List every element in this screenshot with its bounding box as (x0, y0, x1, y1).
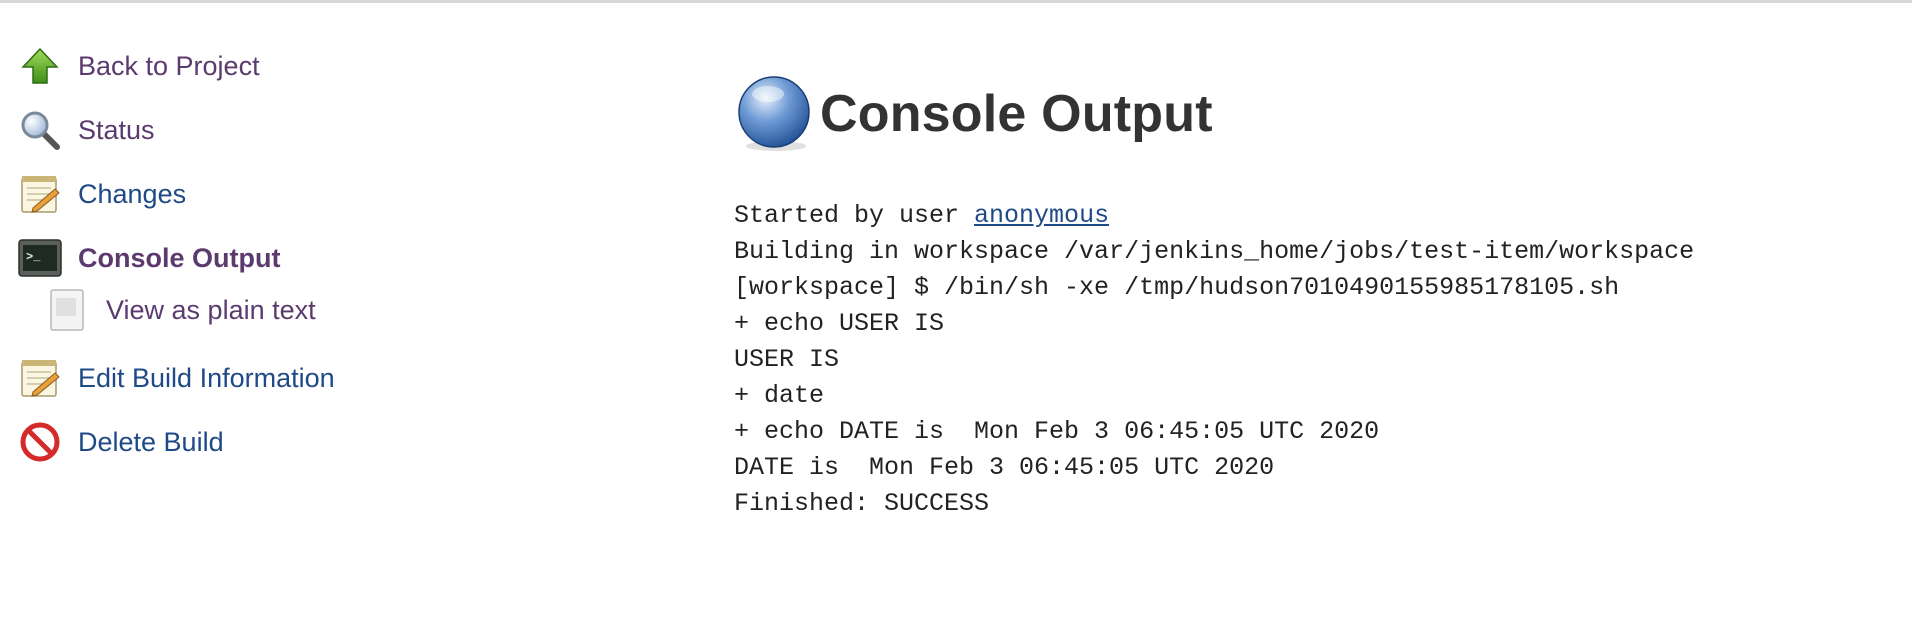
console-line: USER IS (734, 345, 840, 374)
page-title: Console Output (820, 85, 1213, 143)
console-line: + date (734, 381, 825, 410)
sidebar-item-label: Console Output (78, 242, 281, 273)
sidebar-item-label: Changes (78, 178, 187, 209)
sidebar-item-label: Back to Project (78, 50, 260, 81)
notepad-icon (18, 356, 62, 400)
console-line: Started by user anonymous (734, 198, 1694, 234)
sidebar-item-delete-build[interactable]: Delete Build (18, 410, 438, 474)
console-status-line: Finished: SUCCESS (734, 489, 990, 518)
sidebar-item-back-to-project[interactable]: Back to Project (18, 34, 438, 98)
notepad-icon (18, 172, 62, 216)
main-panel: Console Output (734, 74, 1213, 154)
blue-ball-icon (734, 74, 814, 154)
sidebar-item-edit-build-information[interactable]: Edit Build Information (18, 346, 438, 410)
sidebar-item-label: Edit Build Information (78, 362, 335, 393)
console-line: + echo USER IS (734, 309, 945, 338)
terminal-icon: >_ (18, 236, 62, 280)
console-line: Building in workspace /var/jenkins_home/… (734, 237, 1695, 266)
sidebar-item-status[interactable]: Status (18, 98, 438, 162)
sidebar-item-label: Delete Build (78, 426, 224, 457)
svg-text:>_: >_ (26, 250, 41, 264)
side-panel: Back to Project Status Changes >_ Consol… (18, 34, 438, 474)
user-link-anonymous[interactable]: anonymous (974, 201, 1109, 230)
sidebar-item-label: Status (78, 114, 155, 145)
no-entry-icon (18, 420, 62, 464)
console-output-text: Started by user anonymous Building in wor… (734, 198, 1694, 522)
console-line: DATE is Mon Feb 3 06:45:05 UTC 2020 (734, 453, 1275, 482)
console-started-text: Started by user (734, 201, 975, 230)
page-header: Console Output (734, 74, 1213, 154)
sidebar-item-label: View as plain text (106, 294, 316, 325)
sidebar-item-view-as-plain-text[interactable]: View as plain text (18, 282, 438, 338)
magnifier-icon (18, 108, 62, 152)
sidebar-item-console-output[interactable]: >_ Console Output (18, 226, 438, 290)
console-line: [workspace] $ /bin/sh -xe /tmp/hudson701… (734, 273, 1620, 302)
top-border (0, 0, 1912, 3)
document-icon (48, 288, 86, 332)
console-line: + echo DATE is Mon Feb 3 06:45:05 UTC 20… (734, 417, 1380, 446)
up-arrow-icon (18, 44, 62, 88)
sidebar-item-changes[interactable]: Changes (18, 162, 438, 226)
